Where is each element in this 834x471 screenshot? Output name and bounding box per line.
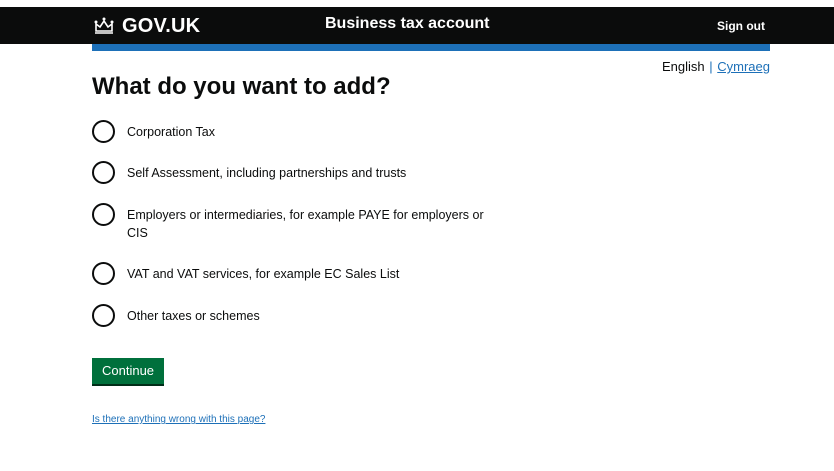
radio-label[interactable]: Self Assessment, including partnerships …: [127, 161, 507, 182]
report-problem-link[interactable]: Is there anything wrong with this page?: [92, 414, 265, 425]
radio-option-self-assessment[interactable]: Self Assessment, including partnerships …: [92, 161, 507, 184]
radio-label[interactable]: Other taxes or schemes: [127, 304, 507, 325]
radio-button[interactable]: [92, 304, 115, 327]
language-current: English: [661, 59, 705, 74]
radio-label[interactable]: Corporation Tax: [127, 120, 507, 141]
radio-option-employers[interactable]: Employers or intermediaries, for example…: [92, 203, 507, 242]
govuk-logo-link[interactable]: GOV.UK: [92, 14, 200, 38]
continue-button[interactable]: Continue: [92, 358, 165, 384]
radio-label[interactable]: VAT and VAT services, for example EC Sal…: [127, 262, 507, 283]
radio-button[interactable]: [92, 120, 115, 143]
header-blue-rule: [92, 44, 770, 51]
page-title: What do you want to add?: [92, 73, 391, 100]
language-link-cymraeg[interactable]: Cymraeg: [717, 59, 770, 74]
radio-button[interactable]: [92, 262, 115, 285]
language-toggle: English | Cymraeg: [662, 59, 770, 74]
radio-label[interactable]: Employers or intermediaries, for example…: [127, 203, 507, 242]
logo-text: GOV.UK: [122, 14, 201, 37]
sign-out-link[interactable]: Sign out: [717, 19, 765, 33]
language-separator: |: [709, 59, 713, 74]
radio-button[interactable]: [92, 161, 115, 184]
radio-option-other[interactable]: Other taxes or schemes: [92, 304, 507, 327]
crown-icon: [94, 17, 114, 34]
radio-option-corporation-tax[interactable]: Corporation Tax: [92, 120, 507, 143]
radio-option-vat[interactable]: VAT and VAT services, for example EC Sal…: [92, 262, 507, 285]
service-name-link[interactable]: Business tax account: [325, 15, 490, 33]
radio-button[interactable]: [92, 203, 115, 226]
